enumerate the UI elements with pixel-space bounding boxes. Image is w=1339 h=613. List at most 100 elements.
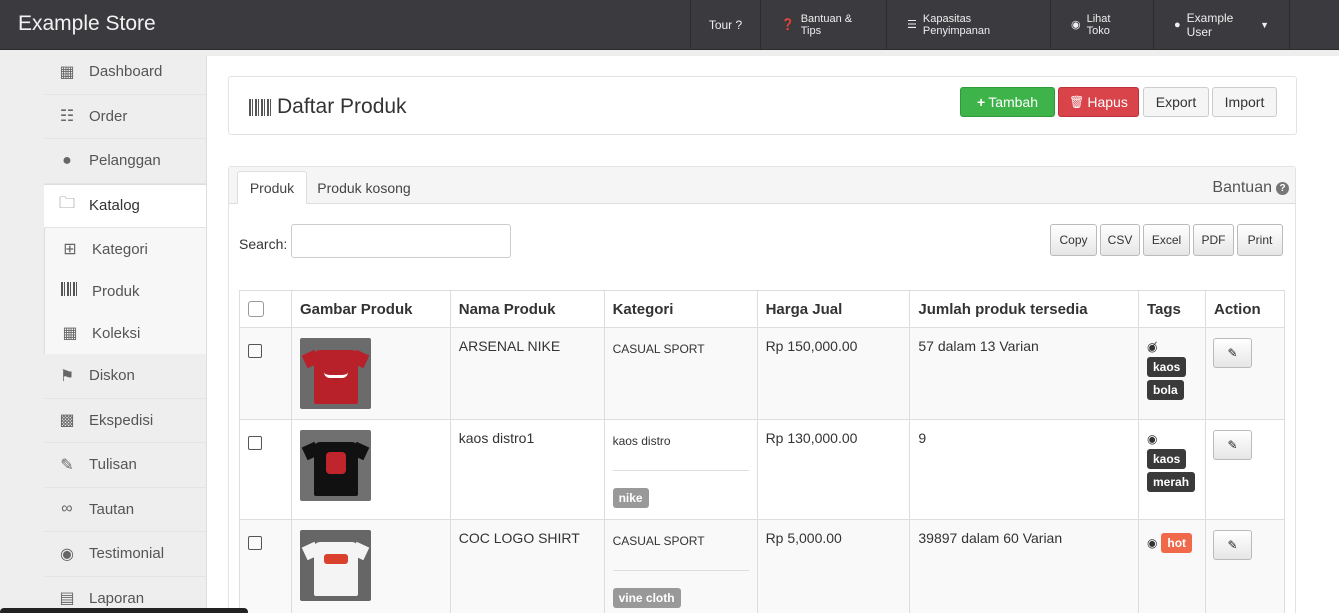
tags-icon: ⚑ [59,367,75,385]
sidebar-item-koleksi[interactable]: ▦ Koleksi [45,312,206,354]
row-checkbox[interactable] [248,436,262,450]
sidebar-item-tautan[interactable]: ∞ Tautan [44,488,206,532]
column-header[interactable]: Jumlah produk tersedia [909,290,1139,328]
tab-produk-kosong[interactable]: Produk kosong [307,171,421,204]
edit-button[interactable]: ✎ [1212,430,1252,460]
excel-label: Excel [1151,233,1182,247]
product-thumbnail[interactable] [299,338,371,409]
page-title-text: Daftar Produk [277,95,407,118]
row-checkbox[interactable] [248,344,262,358]
column-header[interactable]: Harga Jual [756,290,911,328]
product-name[interactable]: ARSENAL NIKE [449,327,605,420]
bottom-scrollbar[interactable] [0,608,248,613]
product-image-cell [290,327,451,420]
nav-view-store-label: Lihat Toko [1086,12,1111,37]
search-input[interactable] [291,224,511,258]
nav-user-menu[interactable]: ● Example User ▼ [1153,0,1289,49]
add-button-label: Tambah [988,94,1038,110]
tab-label: Produk [249,179,295,196]
product-name[interactable]: kaos distro1 [449,419,605,520]
nav-help-tips[interactable]: ❓ Bantuan & Tips [760,0,886,49]
copy-label: Copy [1059,233,1088,247]
caret-down-icon: ▼ [1260,19,1269,30]
action-cell: ✎ [1204,519,1286,613]
product-category: kaos distro [612,434,671,448]
sidebar-item-label: Laporan [89,589,145,607]
product-category-cell: kaos distro nike [603,419,758,520]
user-icon: ● [1174,18,1181,31]
search-label: Search: [239,236,288,252]
tab-label: Produk kosong [317,179,411,196]
navbar-spacer [1289,0,1339,49]
add-product-button[interactable]: + Tambah [960,87,1055,117]
row-checkbox[interactable] [248,536,262,550]
sidebar-item-kategori[interactable]: ⊞ Kategori [45,228,206,270]
divider [612,470,749,471]
product-thumbnail[interactable] [299,430,371,501]
table-row: ARSENAL NIKE CASUAL SPORT Rp 150,000.00 … [239,327,1286,420]
sitemap-icon: ⊞ [63,241,77,258]
export-button-label: Export [1155,94,1197,110]
sidebar-item-ekspedisi[interactable]: ▩ Ekspedisi [44,399,206,443]
product-name[interactable]: COC LOGO SHIRT [449,519,605,613]
sidebar-item-order[interactable]: ☷ Order [44,95,206,139]
sidebar-item-label: Tautan [89,500,135,518]
action-cell: ✎ [1204,327,1286,420]
column-header[interactable]: Tags [1138,290,1206,328]
delete-product-button[interactable]: 🗑 Hapus [1058,87,1139,117]
katalog-submenu: ⊞ Kategori Produk ▦ Koleksi [44,228,206,354]
sidebar-item-tulisan[interactable]: ✎ Tulisan [44,443,206,488]
select-all-checkbox[interactable] [248,301,264,317]
pdf-button[interactable]: PDF [1193,224,1234,256]
sidebar-item-diskon[interactable]: ⚑ Diskon [44,354,206,399]
comments-icon: ◉ [60,545,74,563]
product-tags-cell: ◉ hot [1138,519,1206,613]
product-price: Rp 130,000.00 [756,419,911,520]
eye-icon[interactable]: ◉ [1147,432,1157,446]
sidebar-item-label: Koleksi [92,324,141,342]
product-table: Gambar Produk Nama Produk Kategori Harga… [239,290,1286,613]
help-label: Bantuan [1212,179,1272,196]
column-header[interactable]: Kategori [603,290,758,328]
tab-produk[interactable]: Produk [237,171,307,204]
product-category-cell: CASUAL SPORT vine cloth [603,519,758,613]
csv-button[interactable]: CSV [1100,224,1140,256]
column-header[interactable]: Nama Produk [449,290,605,328]
import-button-label: Import [1224,94,1265,110]
help-link[interactable]: Bantuan ? [1212,179,1289,197]
pdf-label: PDF [1201,233,1226,247]
bar-chart-icon: ▦ [59,63,75,81]
export-button[interactable]: Export [1143,87,1209,117]
excel-button[interactable]: Excel [1143,224,1190,256]
storage-icon: ☰ [907,19,917,31]
divider [612,570,749,571]
product-stock: 39897 dalam 60 Varian [909,519,1139,613]
sidebar-item-label: Testimonial [89,545,165,563]
eye-icon[interactable]: ◉ [1147,536,1157,550]
edit-button[interactable]: ✎ [1212,338,1252,368]
nav-tour[interactable]: Tour ? [690,0,760,49]
sidebar-item-dashboard[interactable]: ▦ Dashboard [44,50,206,95]
product-stock: 9 [909,419,1139,520]
eye-slash-icon[interactable]: ◉̸ [1147,340,1157,354]
copy-button[interactable]: Copy [1050,224,1097,256]
store-brand[interactable]: Example Store [18,12,156,36]
sidebar-item-produk[interactable]: Produk [45,270,206,312]
sidebar-item-testimonial[interactable]: ◉ Testimonial [44,532,206,577]
print-button[interactable]: Print [1237,224,1283,256]
table-row: kaos distro1 kaos distro nike Rp 130,000… [239,419,1286,520]
folder-icon: 🗀 [58,195,75,213]
sub-category-badge: nike [612,488,649,508]
column-header[interactable]: Gambar Produk [290,290,451,328]
import-button[interactable]: Import [1212,87,1277,117]
product-category: CASUAL SPORT [612,342,705,356]
sidebar-item-pelanggan[interactable]: ● Pelanggan [44,139,206,184]
truck-icon: ▩ [59,412,75,430]
product-thumbnail[interactable] [299,530,371,601]
tag-badge: bola [1147,380,1184,400]
edit-button[interactable]: ✎ [1212,530,1252,560]
sidebar-item-katalog[interactable]: 🗀 Katalog [44,183,208,228]
nav-storage-capacity[interactable]: ☰ Kapasitas Penyimpanan [886,0,1050,49]
nav-view-store[interactable]: ◉ Lihat Toko [1050,0,1153,49]
edit-icon: ✎ [1227,538,1238,552]
